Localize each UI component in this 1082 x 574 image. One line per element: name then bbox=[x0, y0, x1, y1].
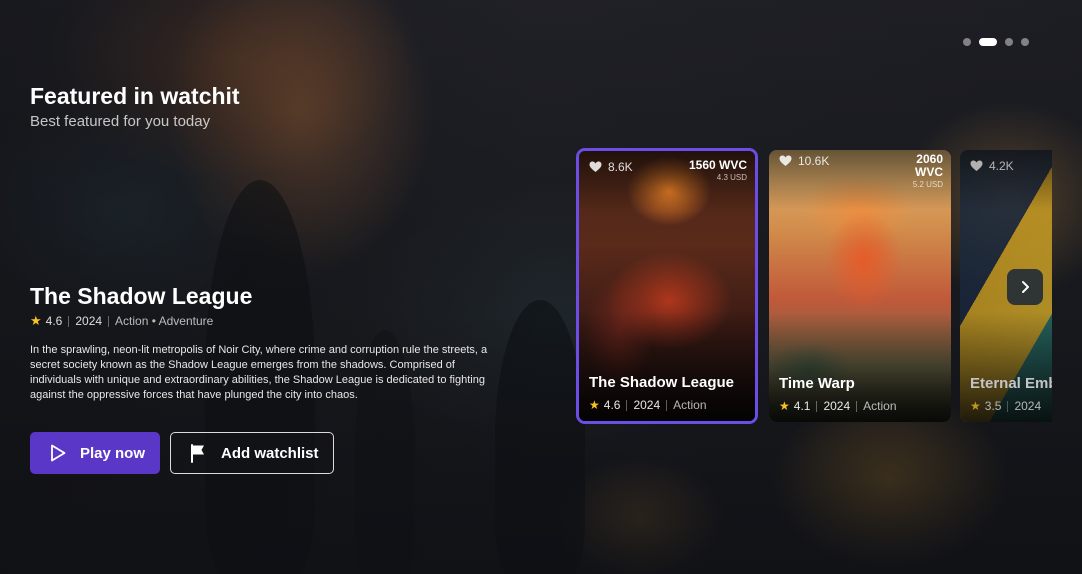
play-now-button[interactable]: Play now bbox=[30, 432, 160, 474]
card-likes-count: 10.6K bbox=[798, 154, 830, 168]
section-subtitle: Best featured for you today bbox=[30, 113, 211, 130]
card-likes: 10.6K bbox=[779, 154, 829, 168]
chevron-right-icon bbox=[1022, 281, 1029, 293]
card-meta: ★ 4.1 2024 Action bbox=[779, 399, 897, 413]
pagination-dot-active[interactable] bbox=[979, 38, 997, 46]
hero-description: In the sprawling, neon-lit metropolis of… bbox=[30, 344, 488, 401]
hero-rating: 4.6 bbox=[45, 314, 63, 328]
meta-divider bbox=[1007, 400, 1009, 412]
meta-divider bbox=[626, 399, 628, 411]
card-price: 1560 WVC 4.3 USD bbox=[688, 158, 747, 183]
card-genre: Action bbox=[863, 399, 897, 413]
card-rating: 3.5 bbox=[984, 399, 1002, 413]
featured-cards-row: 8.6K 1560 WVC 4.3 USD The Shadow League … bbox=[576, 148, 1052, 426]
movie-card[interactable]: 10.6K 2060 WVC 5.2 USD Time Warp ★ 4.1 2… bbox=[769, 150, 951, 422]
card-genre: Action bbox=[673, 398, 707, 412]
hero-year: 2024 bbox=[75, 314, 103, 328]
pagination-dot[interactable] bbox=[1005, 38, 1013, 46]
star-icon: ★ bbox=[589, 398, 600, 412]
card-price-usd: 4.3 USD bbox=[716, 173, 747, 182]
meta-divider bbox=[816, 400, 818, 412]
hero-movie-meta: ★ 4.6 2024 Action • Adventure bbox=[30, 313, 213, 329]
pagination-dot[interactable] bbox=[963, 38, 971, 46]
card-title: Eternal Emb bbox=[970, 375, 1052, 392]
star-icon: ★ bbox=[970, 399, 981, 413]
card-likes: 8.6K bbox=[589, 160, 633, 174]
hero-genres: Action • Adventure bbox=[115, 314, 214, 328]
star-icon: ★ bbox=[779, 399, 790, 413]
card-year: 2024 bbox=[633, 398, 661, 412]
card-title: The Shadow League bbox=[589, 374, 735, 391]
card-price: 2060 WVC 5.2 USD bbox=[907, 152, 943, 190]
card-year: 2024 bbox=[823, 399, 851, 413]
card-meta: ★ 3.5 2024 bbox=[970, 399, 1041, 413]
meta-divider bbox=[666, 399, 668, 411]
card-likes: 4.2K bbox=[970, 159, 1014, 173]
card-likes-count: 4.2K bbox=[989, 159, 1014, 173]
card-price-wvc: 2060 WVC bbox=[915, 152, 943, 179]
movie-card[interactable]: 8.6K 1560 WVC 4.3 USD The Shadow League … bbox=[576, 148, 758, 424]
card-title: Time Warp bbox=[779, 375, 855, 392]
pagination-dot[interactable] bbox=[1021, 38, 1029, 46]
card-price-wvc: 1560 WVC bbox=[688, 158, 747, 172]
card-year: 2024 bbox=[1014, 399, 1042, 413]
carousel-pagination bbox=[963, 38, 1029, 46]
meta-divider bbox=[856, 400, 858, 412]
card-rating: 4.1 bbox=[793, 399, 811, 413]
meta-divider bbox=[108, 315, 110, 327]
card-meta: ★ 4.6 2024 Action bbox=[589, 398, 707, 412]
carousel-next-button[interactable] bbox=[1007, 269, 1043, 305]
card-likes-count: 8.6K bbox=[608, 160, 633, 174]
flag-icon bbox=[191, 444, 204, 463]
heart-icon[interactable] bbox=[970, 160, 983, 172]
heart-icon[interactable] bbox=[589, 161, 602, 173]
play-now-label: Play now bbox=[80, 444, 146, 462]
add-watchlist-label: Add watchlist bbox=[221, 444, 319, 462]
section-title: Featured in watchit bbox=[30, 83, 240, 109]
hero-movie-title: The Shadow League bbox=[30, 283, 253, 309]
heart-icon[interactable] bbox=[779, 155, 792, 167]
star-icon: ★ bbox=[30, 313, 42, 328]
card-rating: 4.6 bbox=[603, 398, 621, 412]
card-price-usd: 5.2 USD bbox=[912, 180, 943, 189]
meta-divider bbox=[68, 315, 70, 327]
play-icon bbox=[51, 444, 66, 462]
add-watchlist-button[interactable]: Add watchlist bbox=[170, 432, 334, 474]
